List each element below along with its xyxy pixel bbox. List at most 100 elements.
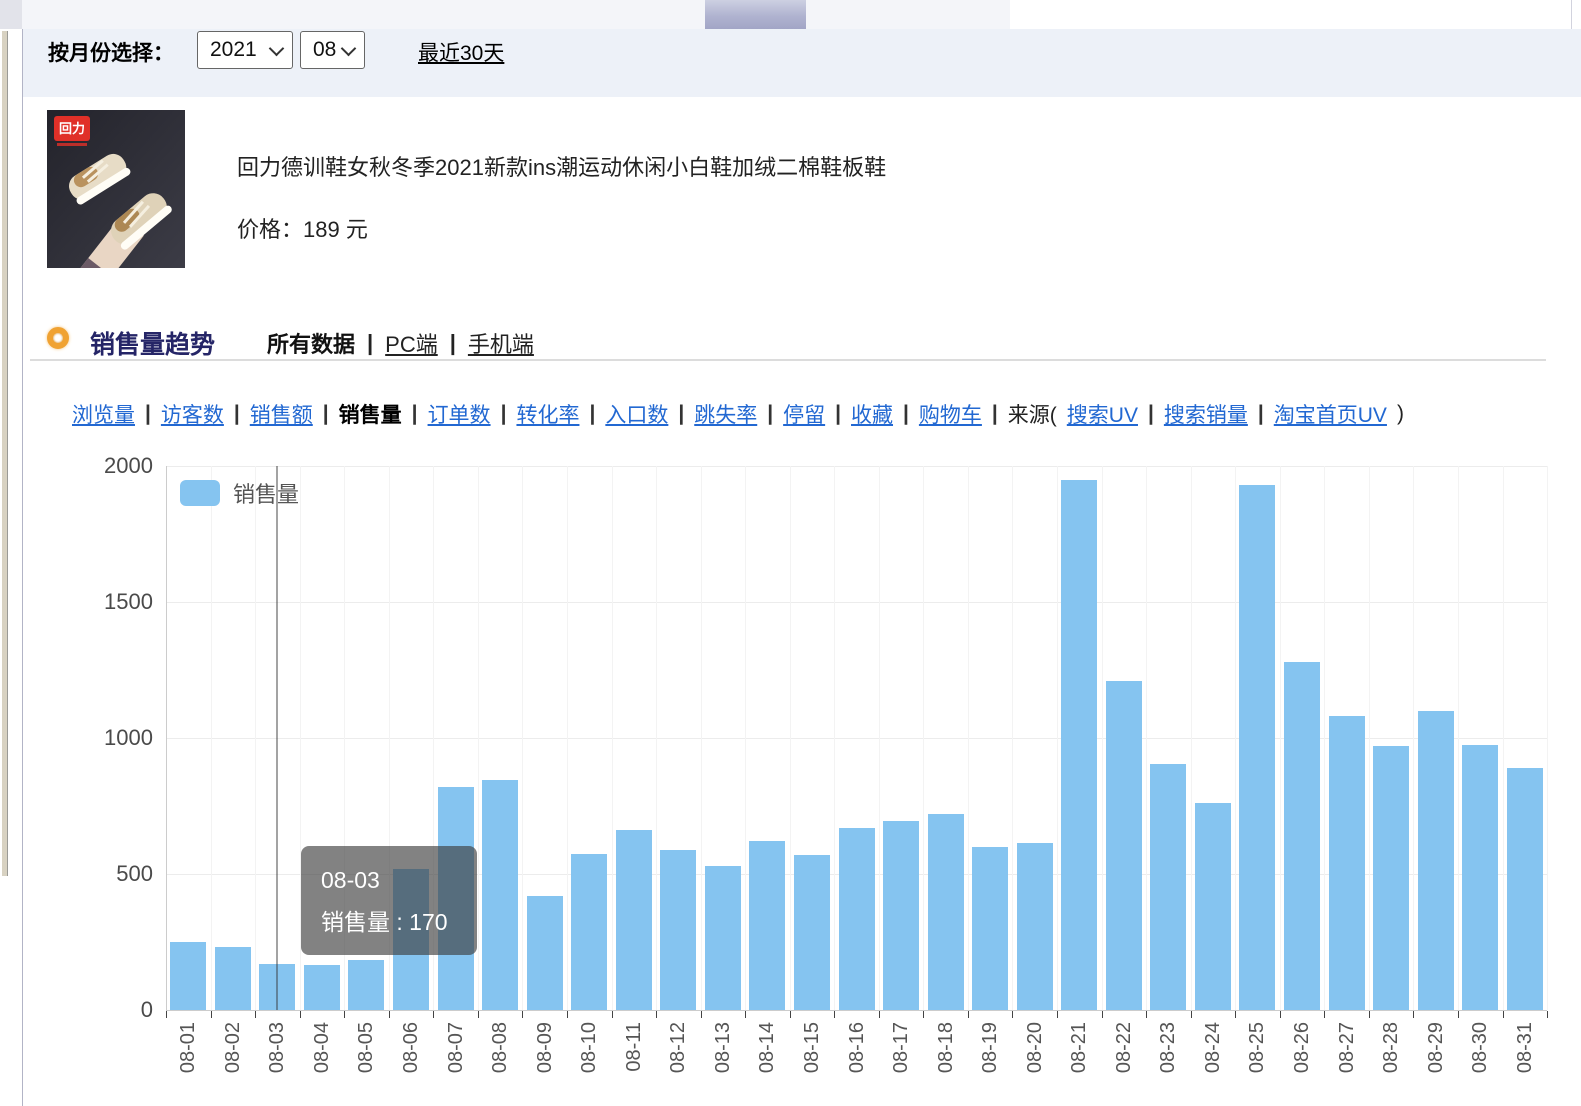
tab-all-data[interactable]: 所有数据	[267, 327, 355, 359]
gridline	[1280, 466, 1281, 1010]
metric-link[interactable]: 跳失率	[694, 399, 757, 429]
top-tab-6[interactable]	[806, 0, 909, 29]
left-sidebar-rail	[0, 29, 23, 1106]
legend-swatch[interactable]	[180, 480, 220, 506]
top-tab-2[interactable]	[196, 0, 388, 29]
metric-link[interactable]: 访客数	[161, 399, 224, 429]
source-link[interactable]: 淘宝首页UV	[1274, 399, 1387, 429]
bar-08-03[interactable]	[259, 964, 295, 1010]
top-tab-1[interactable]	[22, 0, 197, 29]
bar-08-01[interactable]	[170, 942, 206, 1010]
bar-08-11[interactable]	[616, 830, 652, 1010]
x-axis-label: 08-10	[578, 1022, 600, 1073]
x-axis-tick	[389, 1011, 390, 1018]
metric-link[interactable]: 销售额	[250, 399, 313, 429]
chart-legend[interactable]: 销售量	[180, 477, 299, 509]
bar-08-21[interactable]	[1061, 480, 1097, 1010]
bar-08-12[interactable]	[660, 850, 696, 1010]
bar-08-16[interactable]	[839, 828, 875, 1010]
metric-link[interactable]: 浏览量	[72, 399, 135, 429]
bar-08-06[interactable]	[393, 869, 429, 1010]
gridline	[701, 466, 702, 1010]
bar-08-19[interactable]	[972, 847, 1008, 1010]
year-select[interactable]: 2021	[197, 31, 293, 69]
x-axis-label: 08-28	[1380, 1022, 1402, 1073]
product-image[interactable]: 回力	[47, 110, 185, 268]
month-filter-label: 按月份选择：	[48, 37, 174, 67]
x-axis-label: 08-15	[801, 1022, 823, 1073]
gridline	[522, 466, 523, 1010]
bar-08-25[interactable]	[1239, 485, 1275, 1010]
bar-08-29[interactable]	[1418, 711, 1454, 1010]
source-link[interactable]: 搜索UV	[1067, 399, 1138, 429]
bar-08-20[interactable]	[1017, 843, 1053, 1010]
y-axis-label: 500	[58, 862, 153, 886]
x-axis-tick	[745, 1011, 746, 1018]
metric-link[interactable]: 购物车	[919, 399, 982, 429]
month-select-value: 08	[313, 38, 336, 62]
source-link[interactable]: 搜索销量	[1164, 399, 1248, 429]
top-tab-4[interactable]	[546, 0, 706, 29]
x-axis-label: 08-06	[400, 1022, 422, 1073]
top-tab-active[interactable]	[705, 0, 807, 29]
y-axis-label: 0	[58, 998, 153, 1022]
bar-08-30[interactable]	[1462, 745, 1498, 1010]
metric-link[interactable]: 转化率	[516, 399, 579, 429]
bar-08-18[interactable]	[928, 814, 964, 1010]
bar-08-05[interactable]	[348, 960, 384, 1010]
x-axis-label: 08-20	[1024, 1022, 1046, 1073]
bar-08-07[interactable]	[438, 787, 474, 1010]
x-axis-label: 08-04	[311, 1022, 333, 1073]
top-tab-3[interactable]	[387, 0, 547, 29]
x-axis-label: 08-11	[623, 1022, 645, 1072]
metric-link[interactable]: 入口数	[605, 399, 668, 429]
top-tab-7[interactable]	[908, 0, 1011, 29]
bar-08-10[interactable]	[571, 854, 607, 1010]
gridline	[166, 874, 1547, 875]
product-title: 回力德训鞋女秋冬季2021新款ins潮运动休闲小白鞋加绒二棉鞋板鞋	[237, 150, 886, 182]
x-axis-label: 08-05	[355, 1022, 377, 1073]
bar-08-24[interactable]	[1195, 803, 1231, 1010]
bar-08-26[interactable]	[1284, 662, 1320, 1010]
x-axis-tick	[522, 1011, 523, 1018]
bar-08-22[interactable]	[1106, 681, 1142, 1010]
bar-08-08[interactable]	[482, 780, 518, 1010]
x-axis-label: 08-17	[890, 1022, 912, 1073]
metric-active[interactable]: 销售量	[339, 399, 402, 429]
metric-link[interactable]: 收藏	[851, 399, 893, 429]
bar-08-27[interactable]	[1329, 716, 1365, 1010]
legend-label: 销售量	[233, 477, 299, 509]
x-axis-label: 08-13	[712, 1022, 734, 1073]
x-axis-label: 08-12	[667, 1022, 689, 1073]
bar-08-23[interactable]	[1150, 764, 1186, 1010]
x-axis-label: 08-16	[846, 1022, 868, 1073]
bar-08-15[interactable]	[794, 855, 830, 1010]
x-axis-label: 08-22	[1113, 1022, 1135, 1073]
x-axis-tick	[478, 1011, 479, 1018]
section-title: 销售量趋势	[90, 325, 215, 361]
tab-mobile[interactable]: 手机端	[468, 327, 534, 359]
x-axis-tick	[1012, 1011, 1013, 1018]
bar-08-04[interactable]	[304, 965, 340, 1010]
bar-08-31[interactable]	[1507, 768, 1543, 1010]
bar-08-28[interactable]	[1373, 746, 1409, 1010]
x-axis-label: 08-31	[1514, 1022, 1536, 1073]
bar-08-17[interactable]	[883, 821, 919, 1010]
gridline	[834, 466, 835, 1010]
bar-08-14[interactable]	[749, 841, 785, 1010]
bar-08-02[interactable]	[215, 947, 251, 1010]
x-axis-label: 08-08	[489, 1022, 511, 1073]
product-price: 价格：189 元	[237, 212, 368, 244]
bar-08-13[interactable]	[705, 866, 741, 1010]
gridline	[1369, 466, 1370, 1010]
separator: |	[501, 402, 507, 426]
recent-30-days-link[interactable]: 最近30天	[418, 37, 504, 67]
brand-badge-text: 回力	[59, 121, 85, 136]
metric-link[interactable]: 停留	[783, 399, 825, 429]
metric-link[interactable]: 订单数	[428, 399, 491, 429]
x-axis-tick	[612, 1011, 613, 1018]
month-select[interactable]: 08	[300, 31, 365, 69]
x-axis-tick	[1369, 1011, 1370, 1018]
tab-pc[interactable]: PC端	[385, 327, 438, 359]
bar-08-09[interactable]	[527, 896, 563, 1010]
